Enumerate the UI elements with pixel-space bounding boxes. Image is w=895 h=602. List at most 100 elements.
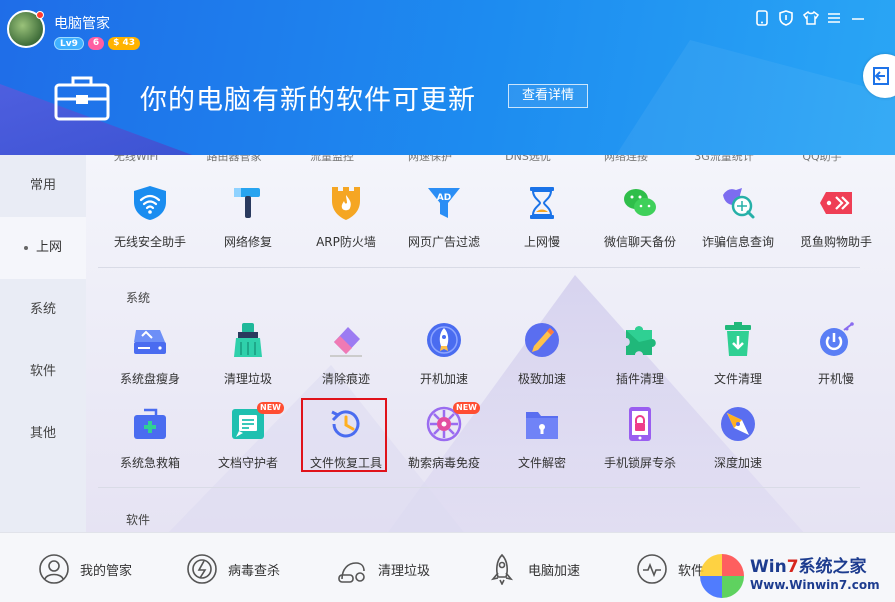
shield-icon[interactable] [779,10,793,26]
tool-arp-firewall[interactable]: ARP防火墙 [297,185,395,265]
clipped-label: 3G流量统计 [694,155,754,163]
nav-item-system[interactable]: 系统 [0,279,86,341]
nav-item-other[interactable]: 其他 [0,403,86,465]
tool-label: 诈骗信息查询 [701,235,774,249]
tool-label: 文件清理 [713,372,762,386]
vacuum-icon [338,562,365,583]
tool-plugin-clean[interactable]: 插件清理 [591,322,689,402]
tool-label: 深度加速 [713,456,762,470]
nav-label: 常用 [29,178,56,193]
tool-label: ARP防火墙 [316,235,376,249]
tool-label: 微信聊天备份 [603,235,676,249]
nav-item-software[interactable]: 软件 [0,341,86,403]
svg-text:AD: AD [437,193,451,203]
tool-ransomware-immune[interactable]: NEW 勒索病毒免疫 [395,402,493,486]
bottom-item-pc-speedup[interactable]: 电脑加速 [486,551,580,587]
menu-icon[interactable] [827,10,841,26]
nav-label: 软件 [29,364,56,379]
tool-label: 上网慢 [523,235,560,249]
bottom-item-my-butler[interactable]: 我的管家 [38,551,132,587]
clipped-label: 路由器管家 [206,155,262,163]
nav-item-internet[interactable]: 上网 [0,217,86,279]
watermark-title: Win7系统之家 [750,552,867,577]
nav-item-common[interactable]: 常用 [0,155,86,217]
tool-label: 勒索病毒免疫 [407,456,480,470]
minimize-icon[interactable] [851,10,865,26]
tool-wifi-security[interactable]: 无线安全助手 [101,185,199,265]
user-badges: Lv9 6 $ 43 [54,37,141,50]
tool-file-decrypt[interactable]: 文件解密 [493,406,591,486]
firewall-icon [332,187,360,220]
windows-logo-icon [700,554,744,598]
tool-label: 极致加速 [517,372,566,386]
butler-icon [39,554,69,584]
tool-document-guard[interactable]: NEW 文档守护者 [199,402,297,486]
clipped-label: 网络连接 [604,155,648,163]
bottom-label: 清理垃圾 [378,563,431,579]
tool-extreme-speedup[interactable]: 极致加速 [493,322,591,402]
tool-shopping-assistant[interactable]: 觅鱼购物助手 [787,185,885,265]
section-divider [98,487,860,488]
tool-label: 文档守护者 [217,456,278,470]
section-title-software: 软件 [126,513,151,527]
bottom-label: 电脑加速 [528,563,581,579]
notification-dot [36,11,44,19]
bottom-item-software[interactable]: 软件 [636,551,704,587]
pen-speed-icon [525,323,559,357]
tool-clean-junk[interactable]: 清理垃圾 [199,322,297,402]
folder-lock-icon [526,412,558,439]
tool-phone-lockscreen-kill[interactable]: 手机锁屏专杀 [591,406,689,486]
briefcase-icon [54,75,110,121]
clipped-label: DNS选优 [505,155,551,163]
tool-ad-filter[interactable]: AD 网页广告过滤 [395,185,493,265]
trash-file-icon [725,322,751,356]
view-details-button[interactable]: 查看详情 [508,84,588,108]
wm-num: 7 [786,557,799,577]
tool-label: 网页广告过滤 [407,235,480,249]
level-badge[interactable]: Lv9 [54,37,84,50]
first-aid-icon [134,408,166,439]
phone-icon[interactable] [755,10,769,26]
tool-fraud-query[interactable]: 诈骗信息查询 [689,185,787,265]
wifi-shield-icon [134,186,166,220]
tool-label: 清除痕迹 [321,372,370,386]
bottom-item-virus-scan[interactable]: 病毒查杀 [186,551,280,587]
message-badge[interactable]: 6 [87,37,105,50]
tool-label: 清理垃圾 [223,372,272,386]
virus-scan-icon [187,554,217,584]
watermark-url: Www.Winwin7.com [750,578,880,592]
nav-label: 上网 [35,240,62,255]
clipped-label: QQ助手 [802,155,842,163]
tool-disk-slim[interactable]: 系统盘瘦身 [101,322,199,402]
skin-shirt-icon[interactable] [802,10,820,26]
wechat-icon [624,189,656,216]
tool-network-repair[interactable]: 网络修复 [199,185,297,265]
tool-label: 插件清理 [615,372,664,386]
active-dot [23,245,28,250]
phone-lock-icon [629,407,651,441]
wm-rest: 系统之家 [798,557,867,577]
wm-win: Win [750,557,787,577]
new-badge: NEW [257,402,284,414]
tool-wechat-backup[interactable]: 微信聊天备份 [591,185,689,265]
coin-badge[interactable]: $ 43 [108,37,141,50]
tool-system-first-aid[interactable]: 系统急救箱 [101,406,199,486]
tool-boot-speedup[interactable]: 开机加速 [395,322,493,402]
tool-deep-speedup[interactable]: 深度加速 [689,406,787,486]
hourglass-icon [530,187,554,219]
tool-slow-internet[interactable]: 上网慢 [493,185,591,265]
software-icon [637,554,667,584]
tool-label: 系统急救箱 [119,456,180,470]
tool-clear-traces[interactable]: 清除痕迹 [297,322,395,402]
header-banner: 电脑管家 Lv9 6 $ 43 你的电脑有新的软件可更新 查看详情 [0,0,895,155]
rocket-icon [490,553,514,585]
bottom-item-clean-junk[interactable]: 清理垃圾 [336,551,430,587]
clipped-tool-row: 无线WiFi 路由器管家 流量监控 网速保护 DNS选优 网络连接 3G流量统计… [86,155,895,163]
window-controls [755,10,865,26]
tool-slow-boot[interactable]: 开机慢 [787,322,885,402]
section-title-system: 系统 [126,291,151,305]
tool-label: 文件解密 [517,456,566,470]
app-title: 电脑管家 [54,16,110,32]
site-watermark: Win7系统之家 Www.Winwin7.com [700,548,895,602]
tool-file-clean[interactable]: 文件清理 [689,322,787,402]
